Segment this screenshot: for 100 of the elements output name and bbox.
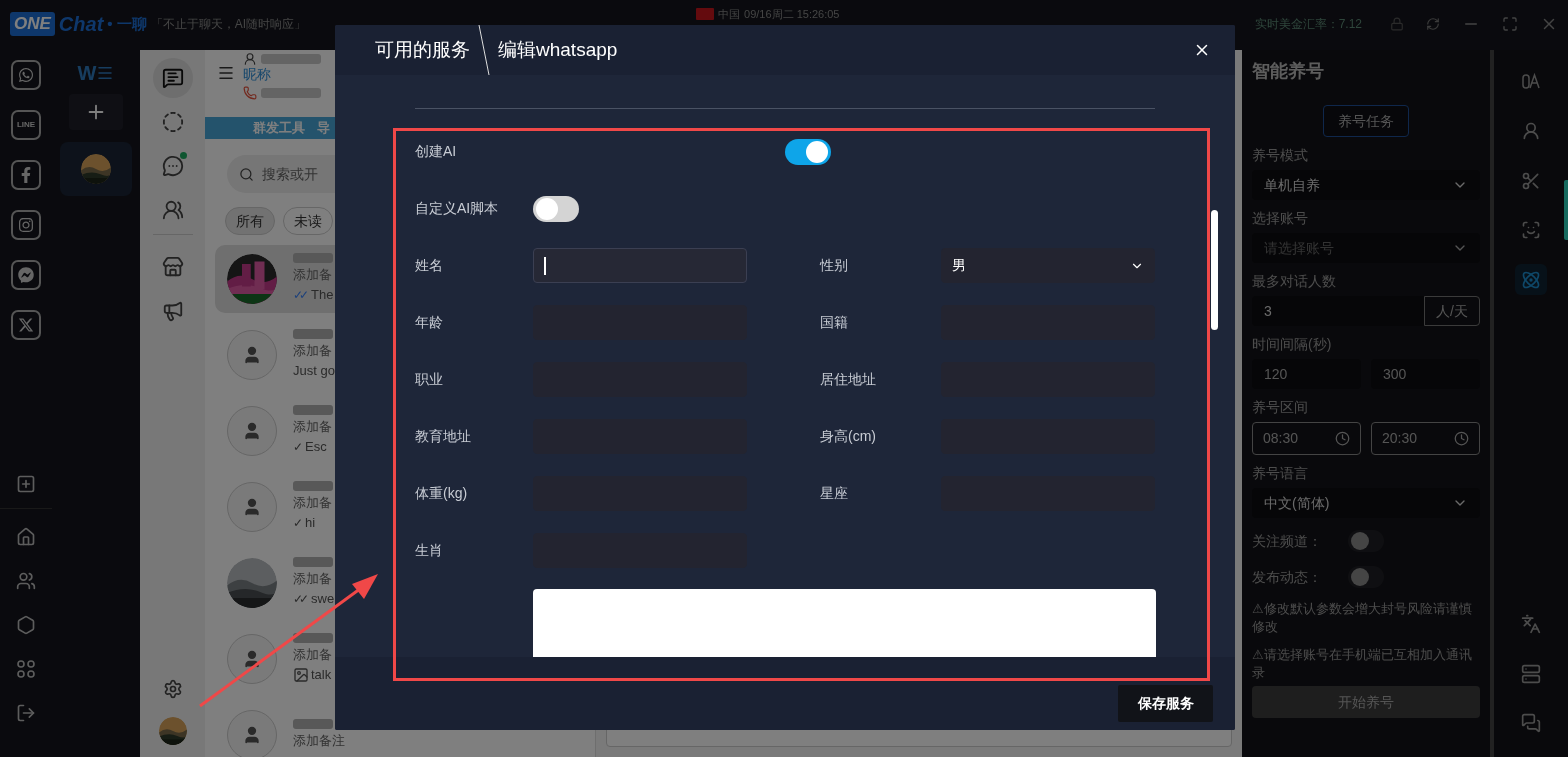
time-field[interactable]: 08:30 bbox=[1252, 422, 1361, 455]
x-logo-icon[interactable] bbox=[11, 310, 41, 340]
blurred-name bbox=[293, 557, 333, 568]
phone-icon bbox=[243, 86, 257, 100]
field-label: 身高(cm) bbox=[820, 427, 877, 446]
avatar-placeholder bbox=[227, 482, 277, 532]
field-label: 姓名 bbox=[415, 256, 444, 275]
select-field[interactable]: 中文(简体) bbox=[1252, 488, 1480, 518]
add-icon[interactable] bbox=[16, 474, 36, 494]
field-label: 生肖 bbox=[415, 541, 444, 560]
blurred-number bbox=[261, 88, 321, 98]
separator-slash bbox=[478, 25, 490, 75]
hexagon-icon[interactable] bbox=[16, 615, 36, 635]
tick-mark: ✓ bbox=[293, 515, 299, 532]
switch-label: 关注频道： bbox=[1252, 531, 1323, 551]
field-label: 体重(kg) bbox=[415, 484, 469, 503]
field-label: 国籍 bbox=[820, 313, 849, 332]
maximize-icon[interactable] bbox=[1502, 16, 1518, 32]
add-account-button[interactable] bbox=[69, 94, 123, 130]
warning-text: ⚠修改默认参数会增大封号风险请谨慎修改 bbox=[1252, 600, 1473, 636]
lock-icon[interactable] bbox=[1390, 17, 1404, 31]
blurred-name bbox=[293, 719, 333, 729]
save-button[interactable]: 保存服务 bbox=[1118, 685, 1213, 722]
bulk-tool-link[interactable]: 群发工具 bbox=[253, 118, 305, 138]
clock-icon bbox=[1454, 431, 1469, 446]
message-icon[interactable] bbox=[152, 58, 193, 98]
input-field[interactable] bbox=[533, 248, 747, 283]
field-label: 时间间隔(秒) bbox=[1252, 335, 1333, 354]
panel-title: 智能养号 bbox=[1252, 60, 1325, 83]
dots-grid-icon[interactable] bbox=[16, 659, 36, 679]
contacts-icon[interactable] bbox=[16, 571, 36, 591]
field-label: 年龄 bbox=[415, 313, 444, 332]
tick-mark: ✓ bbox=[293, 439, 299, 456]
toolbar-link[interactable]: 导 bbox=[317, 118, 330, 138]
refresh-icon[interactable] bbox=[1426, 17, 1440, 31]
list-icon[interactable] bbox=[96, 64, 115, 82]
task-button[interactable]: 养号任务 bbox=[1323, 105, 1409, 137]
f-logo-icon[interactable] bbox=[11, 160, 41, 190]
toggle-switch[interactable] bbox=[533, 195, 579, 222]
field-label: 养号区间 bbox=[1252, 398, 1309, 417]
field-label: 职业 bbox=[415, 370, 444, 389]
message-preview: Esc bbox=[305, 438, 327, 457]
filter-chip[interactable]: 未读 bbox=[283, 207, 333, 235]
toggle-switch[interactable] bbox=[1348, 566, 1384, 588]
chat-note: 添加备 bbox=[293, 570, 333, 589]
blurred-name bbox=[293, 405, 333, 416]
message-preview: hi bbox=[305, 514, 316, 533]
chat-note: 添加备 bbox=[293, 266, 333, 285]
avatar-placeholder bbox=[227, 634, 277, 684]
lightning-bubble-icon[interactable] bbox=[11, 260, 41, 290]
settings-icon[interactable] bbox=[162, 679, 183, 699]
logo-badge: ONE bbox=[10, 12, 55, 36]
field-label: 养号语言 bbox=[1252, 464, 1309, 483]
blurred-name bbox=[293, 481, 333, 492]
chat-note: 添加备 bbox=[293, 418, 333, 437]
atom-icon[interactable] bbox=[1515, 263, 1547, 296]
message-preview: talk bbox=[311, 666, 332, 685]
chat-note: 添加备注 bbox=[293, 732, 345, 750]
blurred-name bbox=[261, 54, 321, 64]
logo-text: Chat bbox=[58, 12, 104, 36]
toggle-switch[interactable] bbox=[785, 138, 831, 165]
line-logo[interactable]: LINE bbox=[11, 110, 41, 140]
filter-chip[interactable]: 所有 bbox=[225, 207, 275, 235]
clock-icon bbox=[1335, 431, 1350, 446]
breadcrumb-item[interactable]: 编辑whatsapp bbox=[498, 35, 618, 65]
search-icon bbox=[239, 166, 254, 182]
number-field[interactable]: 120 bbox=[1252, 359, 1361, 389]
field-label: 创建AI bbox=[415, 142, 458, 161]
logout-icon[interactable] bbox=[16, 703, 36, 723]
tick-mark: ✓✓ bbox=[293, 287, 305, 304]
message-preview: Just go bbox=[293, 362, 335, 381]
number-field[interactable]: 300 bbox=[1371, 359, 1480, 389]
breadcrumb-item[interactable]: 可用的服务 bbox=[375, 35, 470, 65]
account-item[interactable] bbox=[60, 142, 132, 196]
camera-logo-icon[interactable] bbox=[11, 210, 41, 240]
flag-icon bbox=[696, 8, 715, 21]
account-header: W bbox=[77, 61, 97, 86]
blurred-name bbox=[293, 633, 333, 644]
field-label: 教育地址 bbox=[415, 427, 472, 446]
phone-bubble-icon[interactable] bbox=[11, 60, 41, 90]
number-field[interactable]: 3 bbox=[1252, 296, 1424, 326]
chat-note: 添加备 bbox=[293, 342, 333, 361]
message-preview: swe bbox=[311, 590, 335, 609]
time-field[interactable]: 20:30 bbox=[1371, 422, 1480, 455]
toggle-switch[interactable] bbox=[1348, 530, 1384, 552]
field-label: 星座 bbox=[820, 484, 849, 503]
switch-label: 发布动态： bbox=[1252, 567, 1323, 587]
blurred-name bbox=[293, 329, 333, 340]
select-field[interactable]: 男 bbox=[941, 248, 1155, 283]
select-field[interactable]: 单机自养 bbox=[1252, 170, 1480, 200]
chat-note: 添加备 bbox=[293, 646, 333, 665]
home-icon[interactable] bbox=[16, 527, 36, 547]
menu-icon[interactable] bbox=[217, 64, 235, 82]
avatar-placeholder bbox=[227, 406, 277, 456]
avatar-placeholder bbox=[227, 330, 277, 380]
nickname: 昵称 bbox=[243, 66, 272, 82]
logo-suffix: • 一聊 bbox=[107, 14, 147, 34]
user-icon bbox=[243, 52, 257, 66]
field-label: 自定义AI脚本 bbox=[415, 199, 500, 218]
unit-addon: 人/天 bbox=[1424, 296, 1480, 326]
